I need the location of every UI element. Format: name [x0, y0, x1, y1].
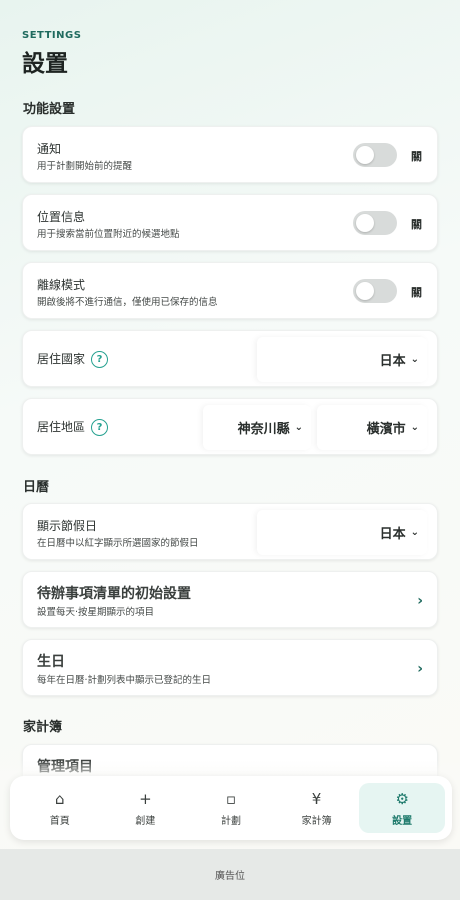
- country-label: 居住國家: [37, 352, 86, 366]
- ad-banner: 廣告位: [0, 849, 460, 900]
- birthday-label: 生日: [37, 654, 65, 670]
- todo-description: 設置每天·按星期顯示的項目: [37, 607, 155, 618]
- home-icon: ⌂: [55, 789, 65, 808]
- country-setting-card: 居住國家? 日本 ⌄: [22, 330, 438, 387]
- notify-label: 通知: [37, 142, 62, 156]
- chevron-right-icon: ›: [417, 661, 423, 677]
- country-select[interactable]: 日本 ⌄: [257, 337, 427, 382]
- todo-label: 待辦事項清單的初始設置: [37, 586, 191, 602]
- bottom-nav: ⌂ 首頁 + 創建 ▫ 計劃 ¥ 家計簿 ⚙ 設置: [10, 776, 452, 840]
- offline-toggle[interactable]: [353, 279, 397, 303]
- nav-plans-label: 計劃: [220, 815, 241, 827]
- help-icon[interactable]: ?: [91, 351, 109, 368]
- holidays-select-value: 日本: [379, 527, 406, 542]
- todo-default-settings-row[interactable]: 待辦事項清單的初始設置 設置每天·按星期顯示的項目 ›: [22, 571, 438, 628]
- offline-label: 離線模式: [37, 278, 86, 292]
- location-label: 位置信息: [37, 210, 86, 224]
- nav-create[interactable]: + 創建: [103, 783, 189, 833]
- city-select-value: 橫濱市: [366, 422, 406, 437]
- plus-icon: +: [139, 789, 152, 808]
- location-setting-card: 位置信息 用于搜索當前位置附近的候選地點 關: [22, 194, 438, 251]
- notify-description: 用于計劃開始前的提醒: [37, 161, 133, 172]
- nav-budget[interactable]: ¥ 家計簿: [274, 783, 360, 833]
- holidays-country-select[interactable]: 日本 ⌄: [257, 510, 427, 555]
- region-label-row: 居住地區?: [37, 418, 109, 436]
- yen-icon: ¥: [311, 789, 322, 808]
- toggle-knob: [356, 146, 374, 164]
- notify-toggle[interactable]: [353, 143, 397, 167]
- toggle-knob: [356, 214, 374, 232]
- prefecture-select-value: 神奈川縣: [237, 422, 290, 437]
- help-icon[interactable]: ?: [91, 419, 109, 436]
- offline-setting-card: 離線模式 開啟後將不進行通信，僅使用已保存的信息 關: [22, 262, 438, 319]
- section-title-calendar: 日曆: [23, 480, 50, 495]
- country-label-row: 居住國家?: [37, 350, 109, 368]
- country-select-value: 日本: [379, 354, 406, 369]
- calendar-icon: ▫: [225, 789, 237, 808]
- section-title-budget: 家計簿: [23, 720, 63, 735]
- chevron-down-icon: ⌄: [410, 422, 419, 433]
- page-title: 設置: [22, 51, 68, 77]
- birthday-settings-row[interactable]: 生日 每年在日曆·計劃列表中顯示已登記的生日 ›: [22, 639, 438, 696]
- nav-plans[interactable]: ▫ 計劃: [188, 783, 274, 833]
- offline-toggle-state: 關: [411, 286, 422, 299]
- section-title-features: 功能設置: [23, 102, 76, 117]
- chevron-right-icon: ›: [417, 593, 423, 609]
- nav-budget-label: 家計簿: [301, 815, 332, 827]
- page-eyebrow: SETTINGS: [22, 30, 82, 41]
- prefecture-select[interactable]: 神奈川縣 ⌄: [203, 405, 311, 450]
- location-toggle[interactable]: [353, 211, 397, 235]
- region-label: 居住地區: [37, 420, 86, 434]
- region-setting-card: 居住地區? 神奈川縣 ⌄ 橫濱市 ⌄: [22, 398, 438, 455]
- offline-description: 開啟後將不進行通信，僅使用已保存的信息: [37, 297, 218, 308]
- page-header: SETTINGS 設置: [22, 30, 81, 78]
- notify-toggle-state: 關: [411, 150, 422, 163]
- birthday-description: 每年在日曆·計劃列表中顯示已登記的生日: [37, 675, 212, 686]
- location-toggle-state: 關: [411, 218, 422, 231]
- holidays-description: 在日曆中以紅字顯示所選國家的節假日: [37, 538, 199, 549]
- notify-setting-card: 通知 用于計劃開始前的提醒 關: [22, 126, 438, 183]
- nav-create-label: 創建: [135, 815, 156, 827]
- holidays-label: 顯示節假日: [37, 519, 98, 533]
- nav-home-label: 首頁: [49, 815, 70, 827]
- nav-home[interactable]: ⌂ 首頁: [17, 783, 103, 833]
- toggle-knob: [356, 282, 374, 300]
- chevron-down-icon: ⌄: [410, 527, 419, 538]
- nav-settings[interactable]: ⚙ 設置: [359, 783, 445, 833]
- gear-icon: ⚙: [395, 789, 409, 808]
- holidays-setting-card: 顯示節假日 在日曆中以紅字顯示所選國家的節假日 日本 ⌄: [22, 503, 438, 560]
- location-description: 用于搜索當前位置附近的候選地點: [37, 229, 180, 240]
- chevron-down-icon: ⌄: [294, 422, 303, 433]
- chevron-down-icon: ⌄: [410, 354, 419, 365]
- city-select[interactable]: 橫濱市 ⌄: [317, 405, 427, 450]
- nav-settings-label: 設置: [392, 815, 413, 827]
